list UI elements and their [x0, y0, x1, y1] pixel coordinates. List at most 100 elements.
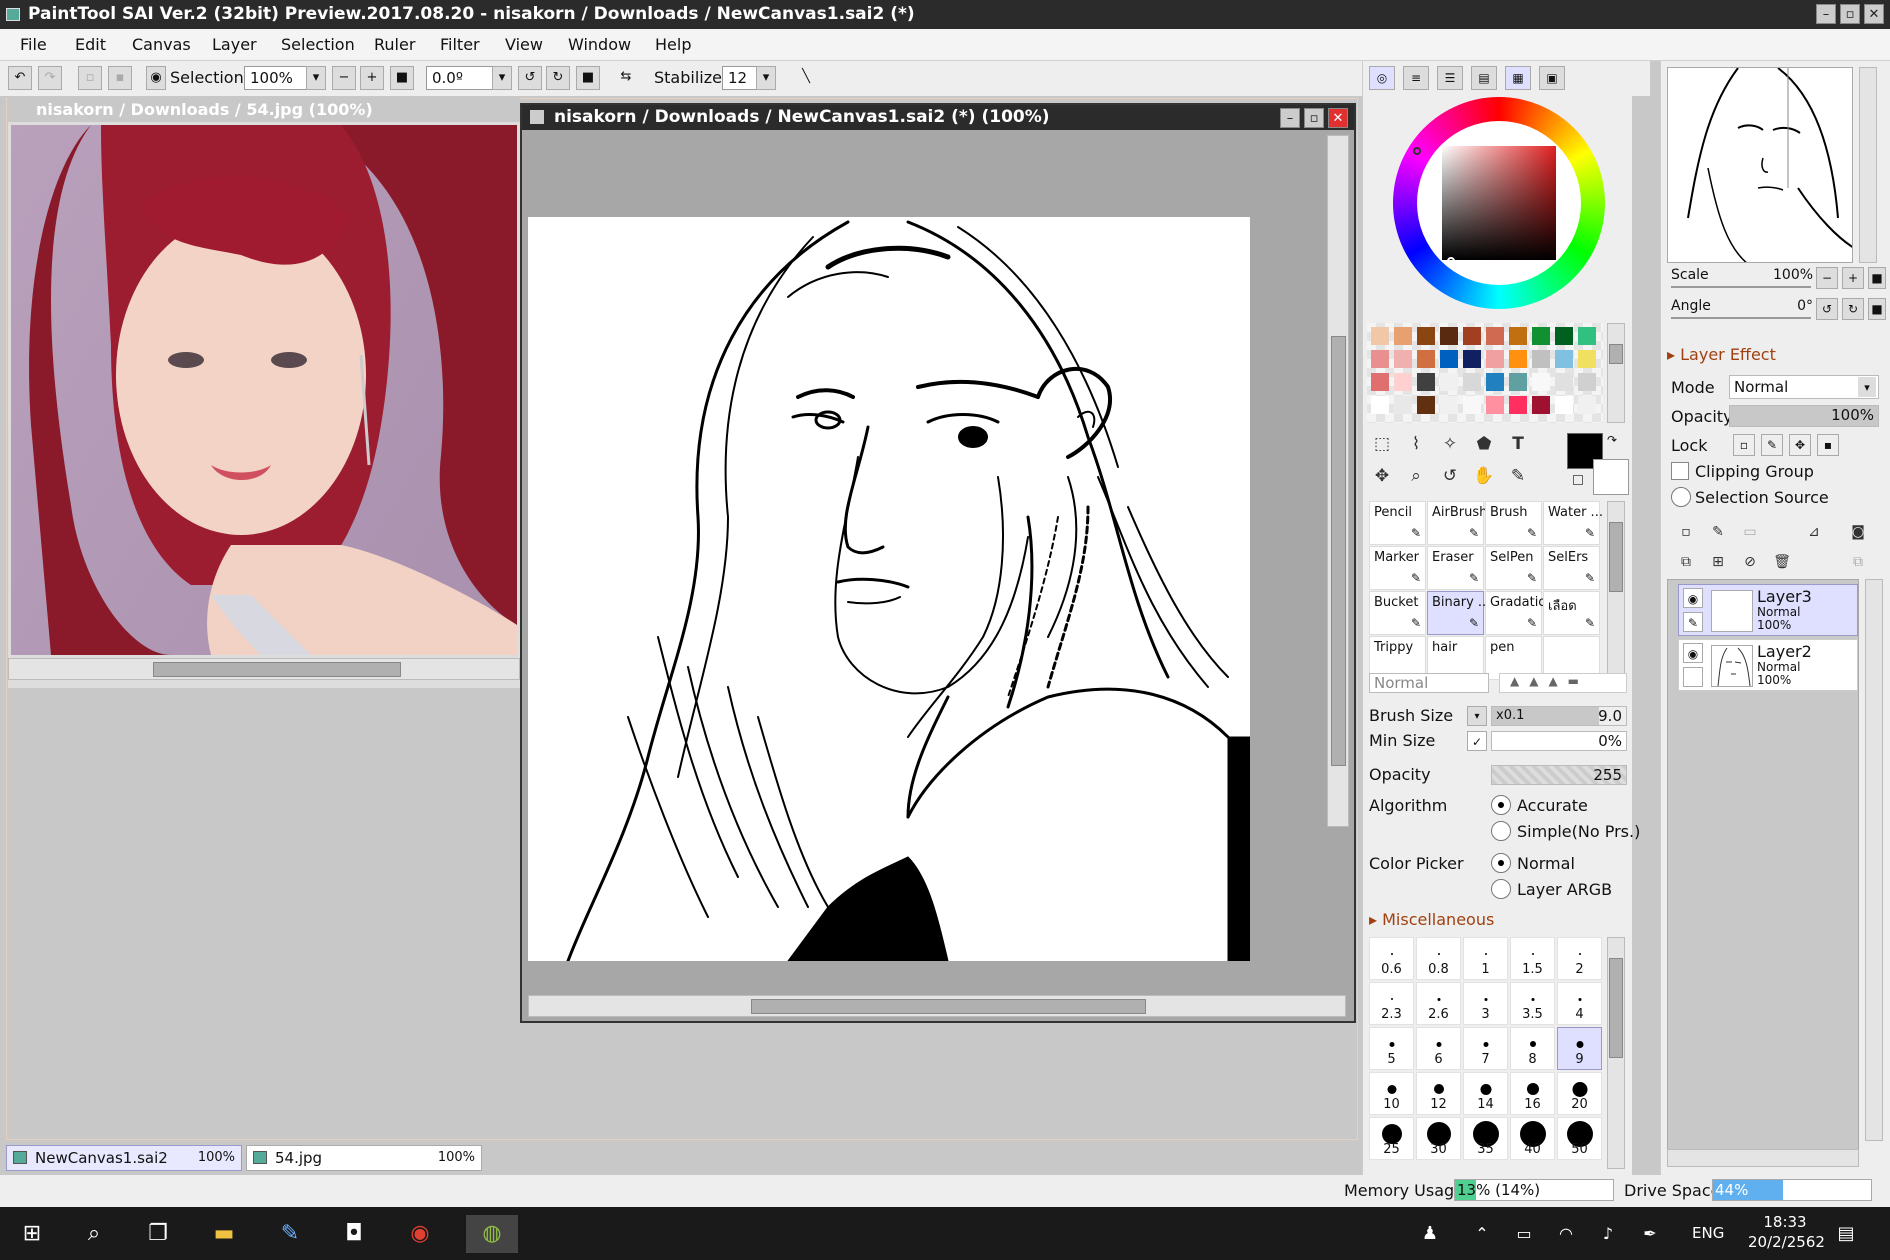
- reset-colors-icon[interactable]: [1573, 475, 1583, 485]
- brush-size-preset[interactable]: 50: [1557, 1117, 1602, 1160]
- move-icon[interactable]: ✥: [1369, 463, 1395, 489]
- clock-time[interactable]: 18:33: [1755, 1213, 1815, 1231]
- color-swatch[interactable]: [1371, 350, 1389, 368]
- brush-size-preset[interactable]: 16: [1510, 1072, 1555, 1115]
- chrome-icon[interactable]: ◉: [400, 1215, 440, 1253]
- layer-row-layer3[interactable]: ◉ ✎ Layer3 Normal 100%: [1678, 584, 1858, 636]
- color-swatch[interactable]: [1440, 350, 1458, 368]
- brush-slot[interactable]: Marker ✎: [1369, 546, 1426, 590]
- selection-visible-icon[interactable]: ◉: [146, 66, 166, 90]
- invert-selection-button[interactable]: ▪: [108, 66, 132, 90]
- undo-button[interactable]: ↶: [8, 66, 32, 90]
- brush-size-preset[interactable]: 1.5: [1510, 937, 1555, 980]
- clear-layer-icon[interactable]: ⊘: [1737, 549, 1763, 575]
- canvas-vertical-scrollbar[interactable]: [1327, 135, 1349, 827]
- color-swatch[interactable]: [1532, 373, 1550, 391]
- shape-icon[interactable]: ⬟: [1471, 431, 1497, 457]
- navigator-preview[interactable]: [1667, 67, 1853, 263]
- pressure-line-icon[interactable]: ╲: [794, 66, 818, 90]
- color-swatch[interactable]: [1555, 327, 1573, 345]
- brush-size-preset[interactable]: 12: [1416, 1072, 1461, 1115]
- brush-slot[interactable]: AirBrush ✎: [1427, 501, 1487, 545]
- color-swatch[interactable]: [1509, 350, 1527, 368]
- zoom-dropdown-icon[interactable]: ▾: [306, 66, 326, 90]
- color-swatch[interactable]: [1509, 327, 1527, 345]
- brush-size-preset[interactable]: 2.3: [1369, 982, 1414, 1025]
- volume-icon[interactable]: ♪: [1588, 1215, 1628, 1253]
- color-swatch[interactable]: [1578, 327, 1596, 345]
- menu-layer[interactable]: Layer: [212, 35, 257, 54]
- new-layer-icon[interactable]: ▫: [1673, 519, 1699, 545]
- language-indicator[interactable]: ENG: [1692, 1224, 1724, 1242]
- angle-reset-button[interactable]: ■: [1868, 298, 1886, 320]
- menu-selection[interactable]: Selection: [281, 35, 355, 54]
- color-swatch-grid[interactable]: [1367, 323, 1603, 423]
- layer-effect-header[interactable]: ▸ Layer Effect: [1667, 345, 1776, 364]
- canvas-horizontal-scrollbar[interactable]: [528, 995, 1346, 1017]
- merge-down-icon[interactable]: ⊞: [1705, 549, 1731, 575]
- color-swatch[interactable]: [1417, 396, 1435, 414]
- cp-layer-radio[interactable]: [1491, 879, 1511, 899]
- min-size-slider[interactable]: 0%: [1491, 731, 1627, 751]
- brush-size-mult-dropdown-icon[interactable]: ▾: [1467, 706, 1487, 726]
- menu-edit[interactable]: Edit: [75, 35, 106, 54]
- flip-horizontal-icon[interactable]: ⇆: [614, 66, 638, 90]
- swap-colors-icon[interactable]: ↷: [1607, 433, 1617, 447]
- menu-help[interactable]: Help: [655, 35, 691, 54]
- people-icon[interactable]: ♟: [1410, 1215, 1450, 1253]
- swatches-tab-icon[interactable]: ▦: [1505, 66, 1531, 90]
- layer-list-hscrollbar[interactable]: [1667, 1149, 1859, 1167]
- brush-slot[interactable]: Pencil ✎: [1369, 501, 1426, 545]
- brush-size-preset[interactable]: 25: [1369, 1117, 1414, 1160]
- rotate-tool-icon[interactable]: ↺: [1437, 463, 1463, 489]
- brush-size-preset[interactable]: 6: [1416, 1027, 1461, 1070]
- color-swatch[interactable]: [1440, 373, 1458, 391]
- brush-scroll-thumb[interactable]: [1609, 522, 1623, 592]
- layer-list-scrollbar[interactable]: [1865, 579, 1883, 1141]
- color-swatch[interactable]: [1463, 350, 1481, 368]
- brush-size-preset[interactable]: 0.6: [1369, 937, 1414, 980]
- brush-scrollbar[interactable]: [1607, 501, 1625, 681]
- paint-app-icon[interactable]: ✎: [270, 1215, 310, 1253]
- hand-tool-icon[interactable]: ✋: [1471, 463, 1497, 489]
- brush-size-preset[interactable]: 4: [1557, 982, 1602, 1025]
- color-swatch[interactable]: [1578, 373, 1596, 391]
- color-swatch[interactable]: [1440, 396, 1458, 414]
- brush-size-preset[interactable]: 35: [1463, 1117, 1508, 1160]
- color-swatch[interactable]: [1463, 373, 1481, 391]
- reference-scroll-thumb[interactable]: [153, 662, 401, 677]
- scale-reset-button[interactable]: ■: [1868, 267, 1886, 289]
- saturation-value-square[interactable]: [1442, 146, 1556, 260]
- clock-date[interactable]: 20/2/2562: [1748, 1233, 1825, 1251]
- color-swatch[interactable]: [1394, 350, 1412, 368]
- layer-row-layer2[interactable]: ◉ Layer2 Normal 100%: [1678, 639, 1858, 691]
- color-swatch[interactable]: [1486, 396, 1504, 414]
- task-view-icon[interactable]: ❐: [138, 1215, 178, 1253]
- doc-tab-newcanvas[interactable]: NewCanvas1.sai2 100%: [6, 1145, 242, 1171]
- color-swatch[interactable]: [1463, 396, 1481, 414]
- zoom-reset-button[interactable]: ■: [390, 66, 414, 90]
- brush-slot[interactable]: Binary ... ✎: [1427, 591, 1490, 635]
- brush-size-preset[interactable]: 10: [1369, 1072, 1414, 1115]
- delete-layer-icon[interactable]: 🗑: [1769, 549, 1795, 575]
- scale-slider[interactable]: [1671, 286, 1811, 288]
- swatch-scrollbar[interactable]: [1607, 323, 1625, 423]
- mixer-tab-icon[interactable]: ▤: [1471, 66, 1497, 90]
- pen-slot[interactable]: [1683, 667, 1703, 687]
- brush-slot[interactable]: SelPen ✎: [1485, 546, 1542, 590]
- brush-slot[interactable]: Brush ✎: [1485, 501, 1542, 545]
- new-folder-icon[interactable]: ▭: [1737, 519, 1763, 545]
- color-swatch[interactable]: [1417, 350, 1435, 368]
- brush-slot[interactable]: SelErs ✎: [1543, 546, 1600, 590]
- search-icon[interactable]: ⌕: [74, 1215, 114, 1253]
- magic-wand-icon[interactable]: ✧: [1437, 431, 1463, 457]
- color-swatch[interactable]: [1371, 396, 1389, 414]
- min-size-checkbox[interactable]: ✓: [1467, 731, 1487, 751]
- color-swatch[interactable]: [1555, 396, 1573, 414]
- drawing-canvas[interactable]: [528, 217, 1250, 961]
- paint-tool-sai-icon[interactable]: ◍: [466, 1215, 518, 1253]
- brush-slot[interactable]: Bucket ✎: [1369, 591, 1426, 635]
- brush-size-preset[interactable]: 8: [1510, 1027, 1555, 1070]
- color-swatch[interactable]: [1486, 373, 1504, 391]
- angle-ccw-button[interactable]: ↺: [1816, 298, 1838, 320]
